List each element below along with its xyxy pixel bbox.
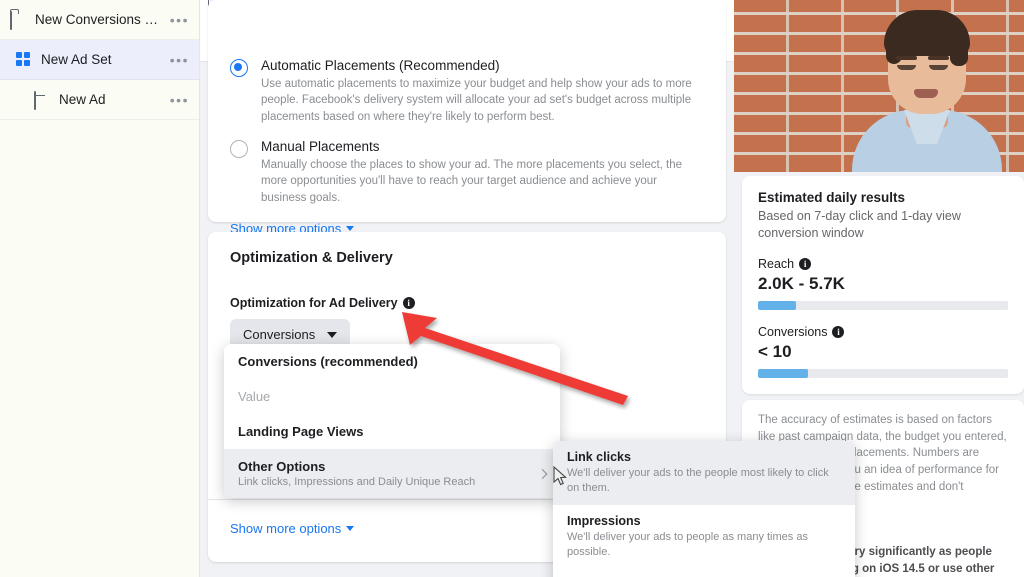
chevron-down-icon xyxy=(346,526,355,531)
row-menu-icon[interactable]: ••• xyxy=(164,13,189,27)
conversions-progress-bar xyxy=(758,368,1008,378)
menu-item-title: Value xyxy=(238,389,271,404)
manual-placements-desc: Manually choose the places to show your … xyxy=(261,158,683,204)
sidebar-item-label: New Ad Set xyxy=(41,52,112,67)
radio-automatic[interactable] xyxy=(230,59,248,77)
other-options-submenu: Link clicks We'll deliver your ads to th… xyxy=(553,441,855,577)
reach-progress-bar xyxy=(758,300,1008,310)
metric-value-conversions: < 10 xyxy=(758,341,792,361)
menu-item-other-options[interactable]: Other Options Link clicks, Impressions a… xyxy=(224,449,560,498)
field-label-text: Optimization for Ad Delivery xyxy=(230,296,398,310)
sidebar-item-ad[interactable]: New Ad ••• xyxy=(0,80,199,120)
facebook-ads-manager-screen: New Conversions C... ••• New Ad Set ••• … xyxy=(0,0,1024,577)
optimization-selected-value: Conversions xyxy=(243,327,316,342)
submenu-item-title: Link clicks xyxy=(567,450,631,464)
row-menu-icon[interactable]: ••• xyxy=(164,93,189,107)
grid-icon xyxy=(16,51,32,68)
info-icon[interactable]: i xyxy=(832,325,845,338)
window-icon xyxy=(34,90,50,110)
submenu-item-subtitle: We'll deliver your ads to the people mos… xyxy=(567,467,829,494)
optimization-show-more-options[interactable]: Show more options xyxy=(230,521,355,536)
submenu-item-daily-unique-reach[interactable]: Daily Unique Reach xyxy=(553,568,855,577)
submenu-item-impressions[interactable]: Impressions We'll deliver your ads to pe… xyxy=(553,505,855,569)
webcam-video-overlay[interactable] xyxy=(734,0,1024,172)
metric-label-reach: Reach i xyxy=(758,257,1008,271)
menu-item-title: Other Options xyxy=(238,459,326,474)
sidebar-item-campaign[interactable]: New Conversions C... ••• xyxy=(0,0,199,40)
metric-value-reach: 2.0K - 5.7K xyxy=(758,273,845,293)
estimated-daily-results-card: Estimated daily results Based on 7-day c… xyxy=(742,176,1024,394)
estimates-subtitle: Based on 7-day click and 1-day view conv… xyxy=(758,209,961,240)
sidebar-item-ad-set[interactable]: New Ad Set ••• xyxy=(0,40,199,80)
row-menu-icon[interactable]: ••• xyxy=(164,53,189,67)
automatic-placements-desc: Use automatic placements to maximize you… xyxy=(261,78,692,123)
metric-label-text: Reach xyxy=(758,256,795,271)
sidebar: New Conversions C... ••• New Ad Set ••• … xyxy=(0,0,200,577)
menu-item-title: Landing Page Views xyxy=(238,424,364,439)
metric-label-text: Conversions xyxy=(758,324,828,339)
optimization-dropdown-menu: Conversions (recommended) Value Landing … xyxy=(224,344,560,498)
menu-item-landing-page-views[interactable]: Landing Page Views xyxy=(224,414,560,449)
menu-item-value[interactable]: Value xyxy=(224,379,560,414)
show-more-label: Show more options xyxy=(230,521,342,536)
optimization-field-label: Optimization for Ad Delivery i xyxy=(230,296,704,310)
submenu-item-title: Impressions xyxy=(567,513,641,528)
sidebar-item-label: New Conversions C... xyxy=(35,12,164,27)
submenu-item-subtitle: We'll deliver your ads to people as many… xyxy=(567,530,808,558)
radio-manual[interactable] xyxy=(230,139,248,158)
menu-item-subtitle: Link clicks, Impressions and Daily Uniqu… xyxy=(238,476,476,488)
metric-label-conversions: Conversions i xyxy=(758,325,1008,339)
chevron-down-icon xyxy=(346,225,355,231)
info-icon[interactable]: i xyxy=(799,257,812,270)
placements-card: Automatic Placements (Recommended) Use a… xyxy=(208,0,726,236)
folder-icon xyxy=(10,10,26,30)
automatic-placements-title: Automatic Placements (Recommended) xyxy=(261,58,500,73)
manual-placements-title: Manual Placements xyxy=(261,138,380,154)
estimates-title: Estimated daily results xyxy=(758,190,906,205)
chevron-down-icon xyxy=(327,331,338,338)
automatic-placements-option[interactable]: Automatic Placements (Recommended) Use a… xyxy=(230,58,704,125)
info-icon[interactable]: i xyxy=(402,297,415,309)
menu-item-conversions[interactable]: Conversions (recommended) xyxy=(224,344,560,379)
submenu-item-link-clicks[interactable]: Link clicks We'll deliver your ads to th… xyxy=(553,441,855,505)
section-title: Optimization & Delivery xyxy=(230,250,393,266)
person-figure xyxy=(852,10,1002,172)
manual-placements-option[interactable]: Manual Placements Manually choose the pl… xyxy=(230,139,704,206)
menu-item-title: Conversions (recommended) xyxy=(238,354,418,369)
sidebar-item-label: New Ad xyxy=(59,92,106,107)
